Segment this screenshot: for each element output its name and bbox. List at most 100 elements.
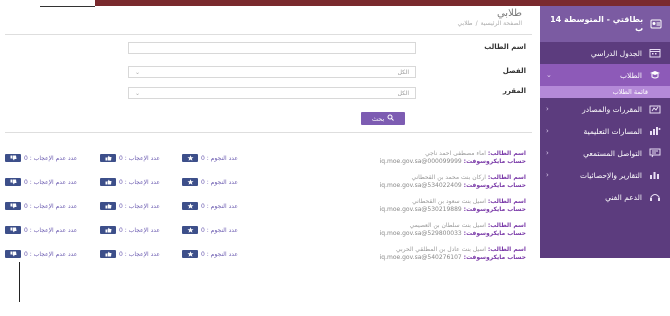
student-name: اماء مصطفى احمد ناجي (425, 150, 486, 157)
sidebar-subitem-student-list[interactable]: قائمة الطلاب (540, 86, 670, 98)
sidebar-item-label: الطلاب (619, 70, 642, 80)
breadcrumb: الصفحة الرئيسية/طلابي (458, 20, 522, 27)
student-info: اسم الطالب: اماء مصطفى احمد ناجي حساب ما… (346, 150, 526, 165)
dislikes-stat: عدد عدم الإعجاب : 0 (5, 225, 77, 235)
likes-stat: عدد الإعجاب : 0 (100, 249, 160, 259)
breadcrumb-current: طلابي (457, 20, 473, 27)
student-name-input[interactable] (128, 42, 416, 54)
likes-count-label: عدد الإعجاب : 0 (119, 226, 160, 234)
thumbs-down-button[interactable] (5, 202, 21, 210)
sidebar-item-learning-paths[interactable]: المسارات التعليمية ‹ (540, 120, 670, 142)
header-divider (5, 34, 532, 35)
student-info: اسم الطالب: اركان بنت محمد بن القحطاني ح… (346, 174, 526, 189)
student-name: اسيل بنت عادل بن المطلقي الحربي (396, 246, 486, 253)
student-name-field-label: اسم الطالب: (487, 198, 526, 205)
star-button[interactable] (182, 178, 198, 186)
microsoft-account: 540276107@iq.moe.gov.sa (379, 254, 462, 261)
chevron-left-icon: ‹ (546, 127, 549, 135)
thumbs-up-button[interactable] (100, 154, 116, 162)
stars-stat: عدد النجوم : 0 (182, 153, 238, 163)
sidebar: بطاقتي - المتوسطة 14 ب الجدول الدراسي ال… (540, 6, 670, 258)
path-icon (648, 125, 662, 137)
star-button[interactable] (182, 154, 198, 162)
likes-count-label: عدد الإعجاب : 0 (119, 250, 160, 258)
microsoft-account: 000099999@iq.moe.gov.sa (379, 158, 462, 165)
microsoft-account-label: حساب مايكروسوفت: (463, 230, 526, 237)
thumbs-down-button[interactable] (5, 154, 21, 162)
star-button[interactable] (182, 226, 198, 234)
thumbs-down-button[interactable] (5, 226, 21, 234)
dislikes-count-label: عدد عدم الإعجاب : 0 (24, 178, 78, 186)
headset-icon (648, 191, 662, 203)
students-icon (648, 69, 662, 81)
thumbs-up-button[interactable] (100, 250, 116, 258)
search-icon (387, 114, 395, 123)
student-info: اسم الطالب: اسيل بنت سعود بن القحطاني حس… (346, 198, 526, 213)
stars-count-label: عدد النجوم : 0 (201, 154, 238, 162)
chevron-down-icon: ⌄ (135, 89, 141, 97)
star-button[interactable] (182, 250, 198, 258)
likes-stat: عدد الإعجاب : 0 (100, 177, 160, 187)
sidebar-item-label: المقررات والمصادر (582, 104, 642, 114)
course-select[interactable]: الكل ⌄ (128, 87, 416, 99)
page-edge-line (19, 262, 20, 302)
calendar-icon (648, 47, 662, 59)
chevron-left-icon: ‹ (546, 105, 549, 113)
student-name-field-label: اسم الطالب: (487, 150, 526, 157)
student-info: اسم الطالب: اسيل بنت عادل بن المطلقي الح… (346, 246, 526, 261)
likes-stat: عدد الإعجاب : 0 (100, 201, 160, 211)
sidebar-item-communication[interactable]: التواصل المستمعي ‹ (540, 142, 670, 164)
sidebar-item-label: الجدول الدراسي (590, 48, 642, 58)
thumbs-up-button[interactable] (100, 202, 116, 210)
student-info: اسم الطالب: اسيل بنت سلطان بن العصيمي حس… (346, 222, 526, 237)
likes-count-label: عدد الإعجاب : 0 (119, 202, 160, 210)
stars-stat: عدد النجوم : 0 (182, 201, 238, 211)
dislikes-stat: عدد عدم الإعجاب : 0 (5, 201, 77, 211)
microsoft-account-label: حساب مايكروسوفت: (463, 206, 526, 213)
stars-stat: عدد النجوم : 0 (182, 225, 238, 235)
thumbs-down-button[interactable] (5, 178, 21, 186)
star-button[interactable] (182, 202, 198, 210)
student-name: اركان بنت محمد بن القحطاني (411, 174, 486, 181)
chevron-left-icon: ‹ (546, 171, 549, 179)
microsoft-account-label: حساب مايكروسوفت: (463, 158, 526, 165)
dislikes-stat: عدد عدم الإعجاب : 0 (5, 177, 77, 187)
chart-icon (648, 169, 662, 181)
class-select[interactable]: الكل ⌄ (128, 66, 416, 78)
sidebar-header[interactable]: بطاقتي - المتوسطة 14 ب (540, 6, 670, 42)
dislikes-stat: عدد عدم الإعجاب : 0 (5, 249, 77, 259)
sidebar-item-label: الدعم الفني (605, 192, 642, 202)
sidebar-item-label: التقارير والإحصائيات (579, 170, 642, 180)
likes-count-label: عدد الإعجاب : 0 (119, 178, 160, 186)
stars-count-label: عدد النجوم : 0 (201, 178, 238, 186)
sidebar-item-schedule[interactable]: الجدول الدراسي (540, 42, 670, 64)
class-label: الفصل (502, 67, 526, 75)
sidebar-item-reports[interactable]: التقارير والإحصائيات ‹ (540, 164, 670, 186)
student-name-label: اسم الطالب (484, 43, 526, 51)
microsoft-account-label: حساب مايكروسوفت: (463, 182, 526, 189)
dislikes-count-label: عدد عدم الإعجاب : 0 (24, 154, 78, 162)
microsoft-account: 534022409@iq.moe.gov.sa (379, 182, 462, 189)
thumbs-up-button[interactable] (100, 226, 116, 234)
page-title: طلابي (496, 8, 522, 19)
thumbs-up-button[interactable] (100, 178, 116, 186)
thumbs-down-button[interactable] (5, 250, 21, 258)
sidebar-item-students[interactable]: الطلاب ⌄ (540, 64, 670, 86)
id-card-icon (649, 18, 662, 30)
dislikes-count-label: عدد عدم الإعجاب : 0 (24, 250, 78, 258)
sidebar-item-courses[interactable]: المقررات والمصادر ‹ (540, 98, 670, 120)
stars-count-label: عدد النجوم : 0 (201, 250, 238, 258)
sidebar-item-support[interactable]: الدعم الفني (540, 186, 670, 208)
breadcrumb-home[interactable]: الصفحة الرئيسية (481, 20, 522, 27)
stars-stat: عدد النجوم : 0 (182, 177, 238, 187)
chevron-down-icon: ⌄ (546, 71, 552, 79)
microsoft-account: 530219889@iq.moe.gov.sa (379, 206, 462, 213)
course-select-value: الكل (397, 89, 409, 97)
likes-stat: عدد الإعجاب : 0 (100, 153, 160, 163)
breadcrumb-separator: / (475, 20, 478, 27)
student-name: اسيل بنت سعود بن القحطاني (412, 198, 486, 205)
class-select-value: الكل (397, 68, 409, 76)
form-divider (5, 132, 532, 133)
sidebar-item-label: التواصل المستمعي (583, 148, 642, 158)
search-button[interactable]: بحث (361, 112, 405, 125)
